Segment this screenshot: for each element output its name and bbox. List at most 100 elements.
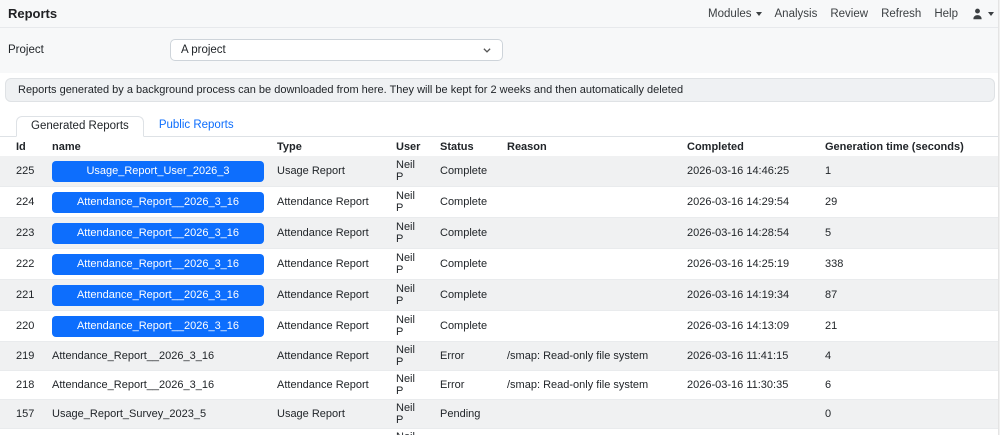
cell-user: Neil P: [396, 373, 415, 397]
cell-reason: [499, 400, 679, 429]
cell-generation-time: 29: [825, 196, 838, 208]
header-area: Reports Modules Analysis Review Refresh …: [0, 0, 1000, 73]
cell-name: Attendance_Report__2026_3_16: [44, 187, 269, 218]
column-header-id: Id: [16, 141, 26, 153]
cell-completed: 2026-03-16 11:30:35: [687, 379, 789, 391]
cell-reason: [499, 280, 679, 311]
cell-name: Usage_Report_User_2026_3: [44, 156, 269, 187]
page-title: Reports: [8, 6, 58, 21]
table-row: 225 Usage_Report_User_2026_3 Usage Repor…: [0, 156, 1000, 187]
report-download-button[interactable]: Attendance_Report__2026_3_16: [52, 222, 264, 244]
cell-name: Attendance_Report__2026_3_16: [44, 249, 269, 280]
cell-completed: 2026-03-16 14:19:34: [687, 289, 790, 301]
nav-item-analysis[interactable]: Analysis: [775, 8, 818, 20]
table-row: 221 Attendance_Report__2026_3_16 Attenda…: [0, 279, 1000, 311]
cell-status: Pending: [432, 429, 499, 435]
column-header-generation-time: Generation time (seconds): [825, 141, 964, 153]
cell-generation-time: 5: [825, 227, 832, 239]
table-header-row: Id name Type User Status Reason Complete…: [0, 137, 1000, 156]
cell-completed: [679, 400, 817, 429]
cell-type: Distance travelled: [269, 429, 388, 435]
tab-bar: Generated Reports Public Reports: [0, 115, 1000, 137]
column-header-reason: Reason: [507, 141, 547, 153]
project-select[interactable]: A project: [170, 39, 503, 61]
cell-user: Neil P: [396, 283, 415, 307]
cell-status: Error: [440, 379, 465, 391]
table-row: 157 Usage_Report_Survey_2023_5 Usage Rep…: [0, 399, 1000, 429]
cell-user: Neil P: [396, 402, 415, 426]
cell-type: Attendance Report: [277, 227, 369, 239]
cell-user: Neil P: [396, 252, 415, 276]
cell-reason: /smap: Read-only file system: [507, 350, 649, 362]
cell-completed: 2026-03-16 14:29:54: [687, 196, 790, 208]
report-download-button[interactable]: Attendance_Report__2026_3_16: [52, 191, 264, 213]
user-account-menu[interactable]: [971, 7, 994, 20]
cell-status: Error: [440, 350, 465, 362]
cell-generation-time: 21: [825, 320, 838, 332]
nav-item-modules[interactable]: Modules: [708, 8, 762, 20]
cell-status: Pending: [440, 408, 481, 420]
cell-status: Complete: [440, 227, 488, 239]
report-download-button[interactable]: Attendance_Report__2026_3_16: [52, 315, 264, 337]
cell-generation-time: 338: [825, 258, 844, 270]
cell-reason: [499, 311, 679, 342]
cell-status: Complete: [440, 320, 488, 332]
app-navbar: Reports Modules Analysis Review Refresh …: [0, 0, 1000, 28]
cell-id: 221: [16, 289, 35, 301]
cell-type: Attendance Report: [277, 350, 369, 362]
cell-id: 157: [16, 408, 35, 420]
cell-status: Complete: [440, 196, 488, 208]
cell-status: Complete: [440, 258, 488, 270]
report-table-body: 225 Usage_Report_User_2026_3 Usage Repor…: [0, 156, 1000, 435]
cell-id: 225: [16, 165, 35, 177]
cell-name: Usage_Report_Survey_2023_5: [52, 408, 207, 420]
column-header-completed: Completed: [687, 141, 744, 153]
cell-type: Attendance Report: [277, 258, 369, 270]
table-row: 224 Attendance_Report__2026_3_16 Attenda…: [0, 187, 1000, 218]
report-download-button[interactable]: Attendance_Report__2026_3_16: [52, 253, 264, 275]
cell-reason: [499, 429, 679, 435]
cell-name: Attendance_Report__2026_3_16: [44, 218, 269, 249]
table-row: 220 Attendance_Report__2026_3_16 Attenda…: [0, 311, 1000, 342]
notice-banner: Reports generated by a background proces…: [5, 78, 995, 102]
cell-completed: [679, 429, 817, 435]
person-icon: [973, 8, 982, 20]
cell-type: Usage Report: [277, 165, 345, 177]
cell-name: Attendance_Report__2026_3_16: [52, 350, 215, 362]
cell-id: 219: [16, 350, 35, 362]
cell-generation-time: 0: [817, 429, 1000, 435]
nav-item-refresh[interactable]: Refresh: [881, 8, 921, 20]
cell-generation-time: 0: [825, 408, 832, 420]
nav-item-help[interactable]: Help: [934, 8, 958, 20]
cell-user: Neil P: [396, 190, 415, 214]
caret-down-icon: [755, 11, 762, 16]
cell-status: Complete: [440, 165, 488, 177]
cell-type: Attendance Report: [277, 196, 369, 208]
tab-public-reports[interactable]: Public Reports: [144, 115, 249, 136]
table-row: 219 Attendance_Report__2026_3_16 Attenda…: [0, 341, 1000, 371]
cell-type: Attendance Report: [277, 320, 369, 332]
report-download-button[interactable]: Attendance_Report__2026_3_16: [52, 284, 264, 306]
cell-id: 220: [16, 320, 35, 332]
cell-completed: 2026-03-16 14:28:54: [687, 227, 790, 239]
cell-type: Attendance Report: [277, 379, 369, 391]
cell-type: Attendance Report: [277, 289, 369, 301]
cell-user: Neil P: [396, 221, 415, 245]
project-label: Project: [8, 44, 44, 56]
cell-user: Neil P: [396, 159, 415, 183]
table-row: 218 Attendance_Report__2026_3_16 Attenda…: [0, 371, 1000, 400]
cell-status: Complete: [440, 289, 488, 301]
column-header-status: Status: [440, 141, 474, 153]
cell-user: Neil P: [396, 344, 415, 368]
cell-user: Neil P: [396, 314, 415, 338]
cell-name: Attendance_Report__2026_3_16: [44, 311, 269, 342]
cell-id: 224: [16, 196, 35, 208]
table-row: 222 Attendance_Report__2026_3_16 Attenda…: [0, 249, 1000, 280]
report-download-button[interactable]: Usage_Report_User_2026_3: [52, 160, 264, 182]
caret-down-icon: [988, 11, 994, 16]
tab-generated-reports[interactable]: Generated Reports: [16, 116, 144, 137]
cell-id: 218: [16, 379, 35, 391]
cell-generation-time: 6: [825, 379, 832, 391]
cell-reason: [499, 187, 679, 218]
nav-item-review[interactable]: Review: [830, 8, 868, 20]
